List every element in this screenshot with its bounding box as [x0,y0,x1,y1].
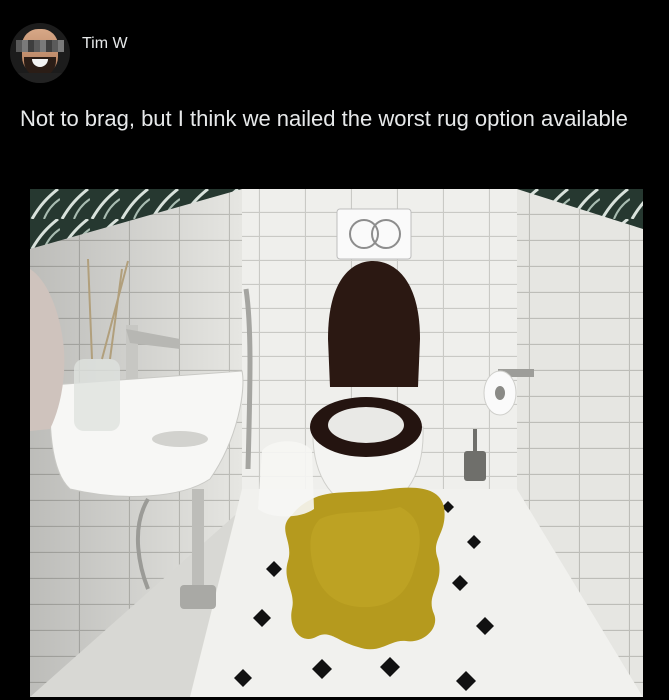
bathroom-photo [30,189,643,697]
tweet-post: Tim W Not to brag, but I think we nailed… [0,0,669,700]
post-text: Not to brag, but I think we nailed the w… [20,106,628,131]
author-avatar[interactable] [10,23,70,83]
author-name[interactable]: Tim W [82,35,128,53]
avatar-censor-bar [16,40,64,52]
post-photo[interactable] [30,189,643,697]
waste-bin [258,441,314,517]
glass-vase [74,359,120,431]
post-header: Tim W [10,22,128,84]
toilet-brush-holder [464,451,486,481]
sink-pipe [192,489,204,589]
avatar-shirt [10,73,70,83]
